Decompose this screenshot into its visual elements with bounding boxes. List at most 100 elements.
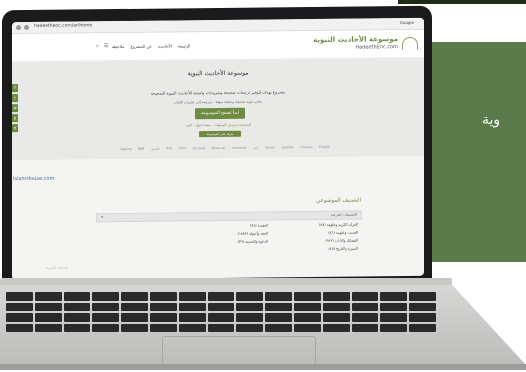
- language-link[interactable]: Türkçe: [265, 145, 275, 151]
- key: [121, 302, 148, 311]
- hero-note[interactable]: للمساعدة وعرض التوجيهات - صفحة قبول - ال…: [12, 121, 424, 129]
- language-link[interactable]: Bosanski: [212, 146, 225, 152]
- key: [265, 313, 292, 322]
- key: [6, 323, 33, 332]
- key: [380, 323, 408, 332]
- key: [322, 292, 350, 301]
- key: [293, 302, 321, 311]
- section-title: التصنيف الموضوعي: [316, 197, 361, 204]
- key: [322, 313, 350, 322]
- language-link[interactable]: Русский: [193, 146, 206, 152]
- laptop-front-edge: [0, 364, 526, 370]
- nav-item-about[interactable]: عن المشروع: [130, 44, 151, 49]
- nav-item-feedback[interactable]: ملاحظة: [112, 44, 124, 49]
- key: [92, 292, 120, 301]
- pinterest-icon[interactable]: p: [12, 114, 18, 123]
- category-item[interactable]: السيرة والتاريخ (٤٥): [268, 247, 359, 252]
- key: [178, 302, 206, 311]
- main-nav: الرئيسة الأحاديث عن المشروع ملاحظة: [112, 43, 190, 49]
- key: [380, 313, 408, 322]
- category-list: القرآن الكريم وعلومه (٥٨) العقيدة (٩٨) ا…: [178, 223, 358, 253]
- key: [178, 313, 206, 322]
- key: [236, 323, 264, 332]
- key: [63, 302, 91, 311]
- key: [409, 323, 436, 332]
- profile-label[interactable]: Google: [400, 20, 414, 25]
- nav-item-home[interactable]: الرئيسة: [178, 43, 191, 48]
- hero-subtitle-secondary: معاني نبوية صحيحة وجامعة سهلة - مترجمة إ…: [173, 99, 263, 105]
- key: [121, 323, 148, 332]
- category-item[interactable]: العقيدة (٩٨): [178, 223, 268, 228]
- address-bar[interactable]: hadeethenc.com/ar/home: [34, 23, 92, 29]
- search-icon[interactable]: ⌕: [96, 43, 99, 49]
- key: [63, 313, 91, 322]
- key: [409, 292, 436, 301]
- site-logo[interactable]: موسوعة الأحاديث النبوية HadeethEnc.com: [313, 35, 398, 52]
- laptop-screen: hadeethenc.com/ar/home Google موسوعة الأ…: [12, 17, 424, 281]
- key: [6, 292, 33, 301]
- key: [322, 302, 350, 311]
- whatsapp-icon[interactable]: w: [12, 104, 18, 113]
- key: [236, 313, 264, 322]
- hero-subtitle: مشروع يهدف لتوفير ترجمات صحيحة وشروحات و…: [150, 89, 286, 96]
- language-link[interactable]: Indonesia: [232, 146, 247, 152]
- key: [34, 323, 62, 332]
- key: [63, 323, 91, 332]
- twitter-icon[interactable]: t: [12, 94, 18, 103]
- key: [149, 302, 177, 311]
- key: [351, 292, 379, 301]
- key: [409, 302, 436, 311]
- learn-more-button[interactable]: تعرف على الموسوعة: [199, 130, 241, 138]
- key: [380, 292, 408, 301]
- category-item[interactable]: [178, 247, 268, 252]
- key: [265, 323, 292, 332]
- menu-icon[interactable]: ☰: [104, 43, 108, 49]
- key: [236, 292, 264, 301]
- logo-emblem-icon: [402, 36, 418, 51]
- social-share-bar: f t w p e: [12, 84, 18, 134]
- start-browsing-button[interactable]: ابدأ تصفح الموسوعة: [195, 107, 245, 120]
- category-filter-bar[interactable]: ▾ التصنيفات الفرعية: [96, 210, 362, 223]
- site-header: موسوعة الأحاديث النبوية HadeethEnc.com ⌕…: [12, 29, 424, 63]
- language-link[interactable]: 中文: [166, 146, 172, 152]
- category-item[interactable]: الدعوة والحسبة (٣٩): [178, 239, 268, 244]
- logo-domain: HadeethEnc.com: [355, 44, 398, 51]
- key: [34, 302, 62, 311]
- key: [6, 313, 33, 322]
- key: [265, 292, 292, 301]
- category-item[interactable]: الفقه وأصوله (١٥٨٣): [178, 231, 268, 236]
- email-icon[interactable]: e: [12, 124, 18, 133]
- language-link[interactable]: English: [319, 145, 330, 151]
- category-item[interactable]: القرآن الكريم وعلومه (٥٨): [268, 223, 358, 228]
- language-link[interactable]: বাংলা: [179, 146, 186, 152]
- language-link[interactable]: فارسی: [151, 147, 160, 153]
- nav-item-hadith[interactable]: الأحاديث: [158, 43, 172, 48]
- facebook-icon[interactable]: f: [12, 84, 18, 93]
- category-filter-placeholder: التصنيفات الفرعية: [330, 212, 357, 217]
- category-item[interactable]: الحديث وعلومه (٨٦): [268, 231, 358, 236]
- key: [178, 323, 206, 332]
- key: [149, 323, 177, 332]
- language-link[interactable]: اردو: [253, 146, 258, 152]
- key: [34, 292, 62, 301]
- language-list: English Français Español Türkçe اردو Ind…: [120, 145, 330, 153]
- key: [207, 323, 235, 332]
- language-link[interactable]: Français: [300, 145, 312, 151]
- key: [92, 323, 120, 332]
- top-accent-bar: [398, 0, 526, 4]
- key: [322, 323, 350, 332]
- key: [293, 323, 321, 332]
- back-icon[interactable]: [16, 25, 21, 31]
- language-link[interactable]: हिन्दी: [138, 147, 144, 153]
- language-link[interactable]: Español: [282, 145, 294, 151]
- islamhouse-logo[interactable]: IslamHouse.com: [13, 176, 54, 182]
- language-link[interactable]: Tagalog: [120, 147, 132, 153]
- key: [92, 313, 120, 322]
- key: [92, 302, 120, 311]
- category-item[interactable]: الفضائل والآداب (٩٢٢): [268, 239, 358, 244]
- laptop-keyboard: [6, 292, 436, 332]
- key: [149, 313, 177, 322]
- reload-icon[interactable]: [24, 24, 29, 31]
- key: [351, 302, 379, 311]
- hero-section: موسوعة الأحاديث النبوية مشروع يهدف لتوفي…: [12, 57, 424, 161]
